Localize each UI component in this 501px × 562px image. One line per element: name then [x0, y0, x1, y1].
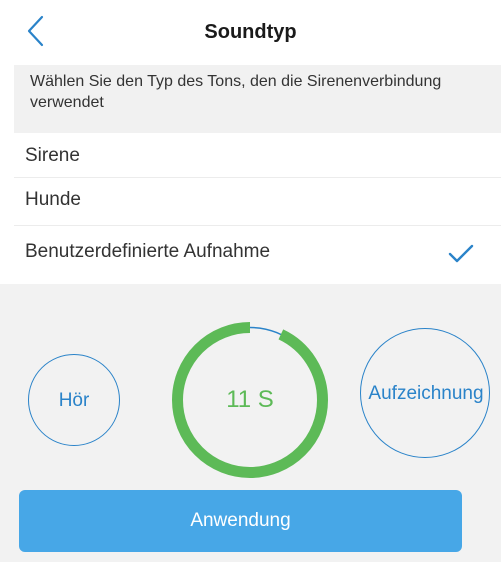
- top-bar: Soundtyp: [0, 0, 501, 65]
- recording-timer: 11 S: [170, 320, 330, 480]
- recording-panel: Hör 11 S Aufzeichnung Anwendung: [0, 284, 501, 562]
- sound-option-custom-recording[interactable]: Benutzerdefinierte Aufnahme: [14, 226, 501, 284]
- sound-option-label: Sirene: [25, 145, 80, 166]
- timer-text: 11 S: [226, 386, 274, 413]
- hint-section: Wählen Sie den Typ des Tons, den die Sir…: [14, 65, 501, 133]
- sound-option-label: Hunde: [25, 189, 81, 210]
- checkmark-icon: [448, 244, 474, 263]
- sound-option-label: Benutzerdefinierte Aufnahme: [25, 241, 271, 262]
- sound-option-sirene[interactable]: Sirene: [14, 133, 501, 178]
- hint-text: Wählen Sie den Typ des Tons, den die Sir…: [30, 73, 442, 111]
- play-button[interactable]: Hör: [28, 354, 120, 446]
- record-button-label: Aufzeichnung: [368, 383, 484, 404]
- page-title: Soundtyp: [204, 21, 297, 43]
- apply-button[interactable]: Anwendung: [19, 490, 462, 552]
- record-button[interactable]: Aufzeichnung: [360, 328, 490, 458]
- play-button-label: Hör: [58, 390, 90, 411]
- sound-option-hunde[interactable]: Hunde: [14, 178, 501, 226]
